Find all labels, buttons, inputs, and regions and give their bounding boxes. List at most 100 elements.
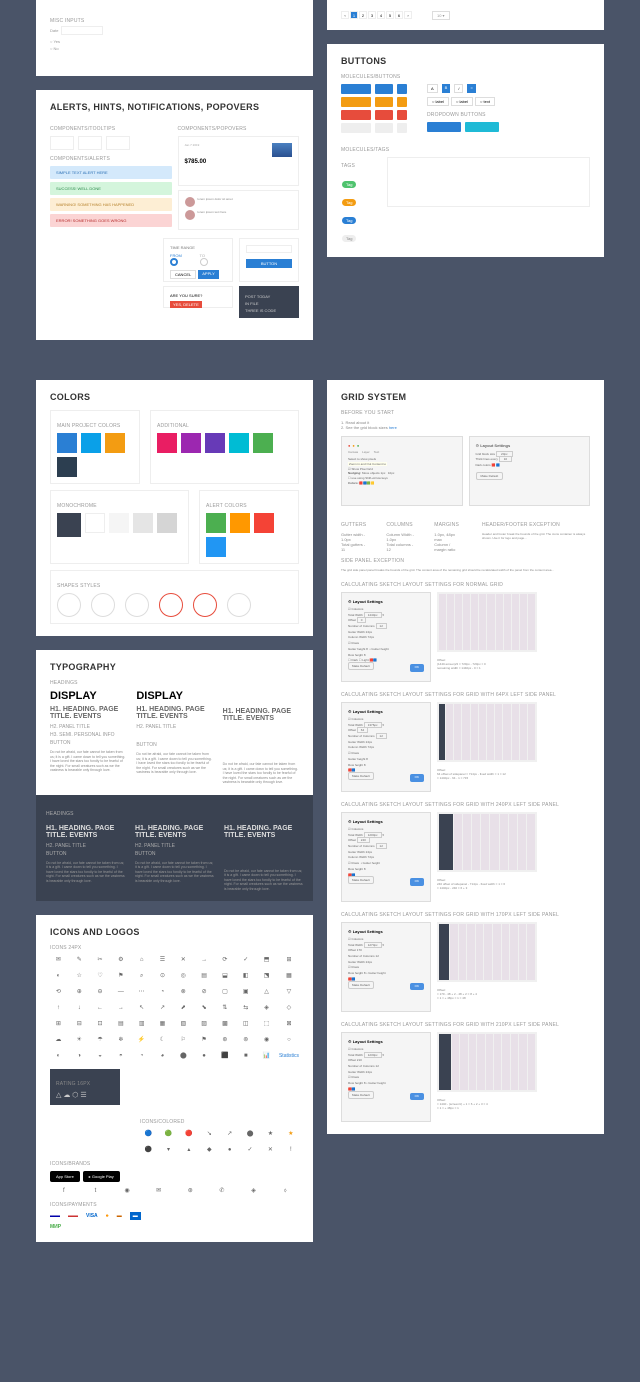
googleplay-badge[interactable]: ▸ Google Play [83, 1171, 120, 1182]
button[interactable]: Make Default [348, 662, 374, 670]
icon: ⬚ [258, 1019, 275, 1029]
tag[interactable]: Tag [342, 217, 356, 224]
toggle-button[interactable]: B [442, 84, 451, 93]
swatch [109, 513, 129, 533]
icon: ⬤ [175, 1051, 192, 1061]
pill-button[interactable]: ○ text [475, 97, 495, 106]
form-card: MISC INPUTS Date ○ Yes ○ No [36, 0, 313, 76]
radio[interactable] [200, 258, 208, 266]
menu-item[interactable]: POST TODAY [245, 294, 293, 299]
toggle-button[interactable]: = [467, 84, 475, 93]
pagination[interactable]: ‹123456› [341, 11, 412, 19]
brand-icon: f [50, 1186, 78, 1196]
layout-panel: ⚙ Layout Settings ☑ Columns Total Width … [341, 702, 431, 792]
alert-success: SUCCESS! WELL DONE [50, 182, 172, 195]
icon: ○ [279, 1035, 299, 1045]
colored-icon: ↘ [201, 1129, 217, 1139]
button[interactable] [341, 110, 371, 120]
tab[interactable]: Canvas [348, 450, 358, 454]
select[interactable]: 10 ▾ [432, 11, 450, 20]
layout-panel: ⚙ Layout Settings ☑ Columns Total Width … [341, 1032, 431, 1122]
colored-icon: ✓ [242, 1145, 258, 1155]
icon-button[interactable] [397, 123, 407, 133]
icon: ⬛ [217, 1051, 234, 1061]
dropdown-button[interactable] [427, 122, 461, 132]
button[interactable] [375, 123, 393, 133]
delete-button[interactable]: YES, DELETE [170, 301, 202, 308]
icon: ⌂ [133, 955, 150, 965]
button[interactable] [341, 84, 371, 94]
grid-preview [437, 1032, 537, 1092]
icon-button[interactable] [397, 97, 407, 107]
button[interactable] [375, 110, 393, 120]
button[interactable] [341, 123, 371, 133]
pagination-card: ‹123456› 10 ▾ [327, 0, 604, 30]
typography-card: TYPOGRAPHY HEADINGS DISPLAY H1. HEADING.… [36, 650, 313, 901]
tab[interactable]: Text [374, 450, 380, 454]
swatch [133, 513, 153, 533]
dark-menu: POST TODAY IN FILE THREE IS CODE [239, 286, 299, 318]
icon: ⊡ [92, 1019, 109, 1029]
icon: ⊚ [237, 1035, 254, 1045]
button[interactable] [375, 97, 393, 107]
radio[interactable]: ○ [50, 39, 52, 44]
icon: ◈ [258, 1003, 275, 1013]
ok-button[interactable]: OK [410, 664, 424, 672]
tag[interactable]: Tag [342, 181, 356, 188]
button[interactable]: Make Default [476, 472, 504, 480]
icon: ▣ [237, 987, 254, 997]
icon: ▧ [175, 1019, 192, 1029]
tag[interactable]: Tag [342, 235, 356, 242]
icon: ☂ [92, 1035, 109, 1045]
menu-item[interactable]: IN FILE [245, 301, 293, 306]
button[interactable] [341, 97, 371, 107]
radio[interactable] [170, 258, 178, 266]
apply-button[interactable]: APPLY [198, 270, 219, 279]
icon: ✂ [92, 955, 109, 965]
swatch [181, 433, 201, 453]
colored-icon: ● [222, 1145, 238, 1155]
icon: ⬓ [217, 971, 234, 981]
icon: ▥ [133, 1019, 150, 1029]
shape [227, 593, 251, 617]
dropdown-button[interactable] [465, 122, 499, 132]
icon-button[interactable] [397, 84, 407, 94]
card-title: ALERTS, HINTS, NOTIFICATIONS, POPOVERS [50, 102, 299, 112]
mastercard-logo: ●● [106, 1213, 109, 1219]
icon: ⊞ [279, 955, 299, 965]
icon: ✉ [50, 955, 67, 965]
icon: ✓ [237, 955, 254, 965]
appstore-badge[interactable]: App Store [50, 1171, 80, 1182]
icon: ◎ [175, 971, 192, 981]
swatch [229, 433, 249, 453]
grid-preview [437, 812, 537, 872]
toggle-button[interactable]: A [427, 84, 438, 93]
tooltip [50, 136, 74, 150]
icon: ✎ [71, 955, 88, 965]
pill-button[interactable]: ○ label [451, 97, 473, 106]
icon: ● [196, 1051, 213, 1061]
shape [125, 593, 149, 617]
icon-button[interactable] [397, 110, 407, 120]
shape [91, 593, 115, 617]
icon: ◑ [71, 1051, 88, 1061]
pill-button[interactable]: ○ label [427, 97, 449, 106]
colored-icon: ▴ [181, 1145, 197, 1155]
icon: ⟳ [217, 955, 234, 965]
swatch [81, 433, 101, 453]
layout-panel: ⚙ Layout Settings ☑ Columns Total Width … [341, 592, 431, 682]
button[interactable] [375, 84, 393, 94]
cancel-button[interactable]: CANCEL [170, 270, 196, 279]
tab[interactable]: Layer [362, 450, 370, 454]
grid-card: GRID SYSTEM BEFORE YOU START 1. Read abo… [327, 380, 604, 1134]
date-input[interactable] [61, 26, 103, 35]
toggle-button[interactable]: / [454, 84, 463, 93]
menu-item[interactable]: THREE IS CODE [245, 308, 293, 313]
swatch [85, 513, 105, 533]
radio[interactable]: ○ [50, 46, 52, 51]
tag-input[interactable] [387, 157, 590, 207]
colored-icon: ★ [262, 1129, 278, 1139]
button[interactable]: BUTTON [246, 259, 292, 268]
alert-info: SIMPLE TEXT ALERT HERE [50, 166, 172, 179]
tag[interactable]: Tag [342, 199, 356, 206]
